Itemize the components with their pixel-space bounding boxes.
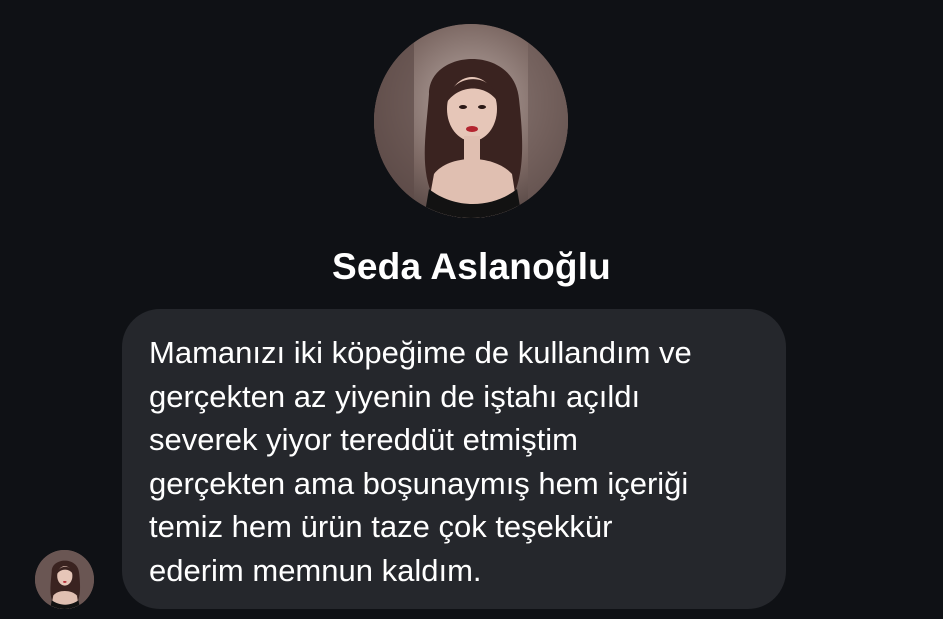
message-line: gerçekten az yiyenin de iştahı açıldı	[149, 378, 641, 414]
message-line: ederim memnun kaldım.	[149, 552, 482, 588]
profile-name: Seda Aslanoğlu	[332, 246, 611, 287]
profile-photo-icon	[374, 24, 568, 218]
message-line: Mamanızı iki köpeğime de kullandım ve	[149, 335, 692, 370]
profile-avatar[interactable]	[374, 24, 568, 218]
sender-avatar[interactable]	[35, 550, 94, 609]
message-line: gerçekten ama boşunaymış hem içeriği	[149, 465, 689, 501]
message-bubble[interactable]: Mamanızı iki köpeğime de kullandım ve ge…	[122, 309, 786, 609]
message-line: severek yiyor tereddüt etmiştim	[149, 422, 578, 457]
message-line: temiz hem ürün taze çok teşekkür	[149, 509, 613, 544]
profile-photo-icon	[35, 550, 94, 609]
